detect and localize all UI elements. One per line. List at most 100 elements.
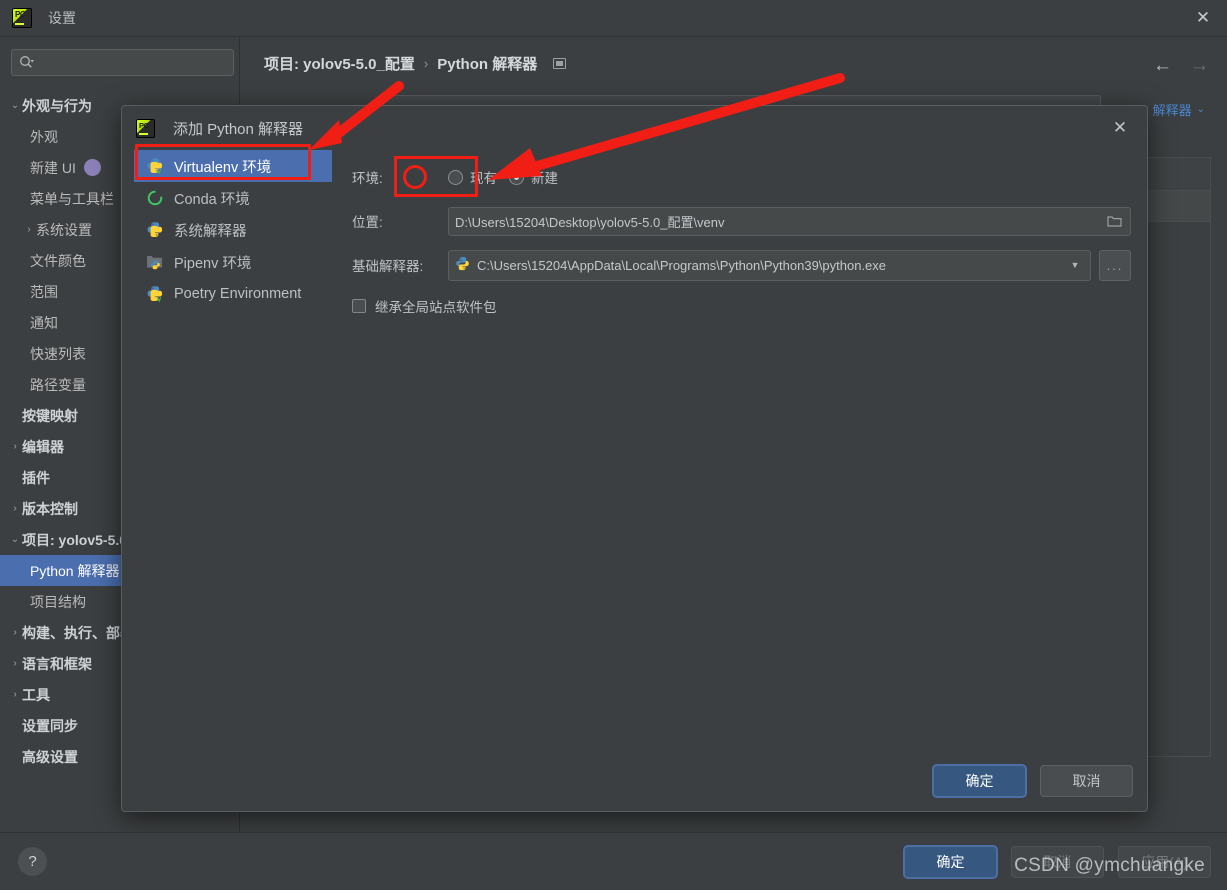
radio-existing-label: 现有 xyxy=(470,171,497,186)
panel-icon[interactable] xyxy=(553,58,567,69)
pycharm-logo-icon xyxy=(12,8,32,28)
search-icon xyxy=(19,55,34,70)
background-interpreter-label: 解释器 ⌄ xyxy=(1153,100,1205,119)
sidebar-item-label: 工具 xyxy=(22,686,50,703)
search-box[interactable] xyxy=(11,49,234,76)
sidebar-item-label: 编辑器 xyxy=(22,438,64,455)
env-type-label: Virtualenv 环境 xyxy=(174,159,272,176)
base-interpreter-browse-button[interactable]: ... xyxy=(1099,249,1131,281)
settings-ok-button[interactable]: 确定 xyxy=(904,846,997,878)
chevron-right-icon[interactable]: › xyxy=(22,224,36,235)
interpreter-form: 环境: 现有 新建 位置: D:\Users\15204\Desktop\yol… xyxy=(352,158,1131,316)
nav-arrows: ← → xyxy=(1153,55,1209,77)
inherit-global-packages-checkbox[interactable]: 继承全局站点软件包 xyxy=(352,296,1131,316)
sidebar-item-label: 快速列表 xyxy=(30,345,86,362)
background-interpreter-text: 解释器 xyxy=(1152,103,1192,118)
sidebar-item-label: 系统设置 xyxy=(36,221,92,238)
breadcrumb-separator: › xyxy=(423,56,429,71)
env-type-label: 系统解释器 xyxy=(174,223,247,240)
dialog-header: 添加 Python 解释器 ✕ xyxy=(122,106,1147,150)
sidebar-item-label: 语言和框架 xyxy=(22,655,92,672)
settings-bottom-bar: ? 确定 取消 应用(A) xyxy=(0,832,1227,890)
location-value: D:\Users\15204\Desktop\yolov5-5.0_配置\ven… xyxy=(455,214,725,230)
location-label: 位置: xyxy=(352,215,383,230)
sidebar-item-label: 设置同步 xyxy=(22,717,78,734)
chevron-down-icon[interactable]: ⌄ xyxy=(8,100,22,111)
breadcrumb: 项目: yolov5-5.0_配置 › Python 解释器 xyxy=(264,53,567,74)
sidebar-item-label: 路径变量 xyxy=(30,376,86,393)
sidebar-item-label: Python 解释器 xyxy=(30,562,120,579)
env-type-label: Poetry Environment xyxy=(174,286,302,302)
environment-label: 环境: xyxy=(352,171,383,186)
radio-mark-icon xyxy=(448,169,463,185)
env-type-item[interactable]: Conda 环境 xyxy=(134,182,332,214)
sidebar-item-label: 项目结构 xyxy=(30,593,86,610)
arrow-right-icon[interactable]: → xyxy=(1190,55,1209,77)
settings-apply-button[interactable]: 应用(A) xyxy=(1118,846,1211,878)
dialog-buttons: 确定 取消 xyxy=(933,765,1133,797)
env-type-item[interactable]: Poetry Environment xyxy=(134,278,332,310)
sidebar-item-label: 按键映射 xyxy=(22,407,78,424)
window-title: 设置 xyxy=(48,10,76,26)
env-type-label: Pipenv 环境 xyxy=(174,255,252,272)
python-icon xyxy=(455,256,470,274)
dialog-cancel-button[interactable]: 取消 xyxy=(1040,765,1133,797)
radio-new[interactable]: 新建 xyxy=(509,167,558,187)
env-type-item[interactable]: Virtualenv 环境 xyxy=(134,150,332,182)
sidebar-item-label: 外观 xyxy=(30,128,58,145)
help-icon[interactable]: ? xyxy=(18,847,47,876)
new-ui-badge xyxy=(83,159,101,176)
sidebar-item-label: 范围 xyxy=(30,283,58,300)
sidebar-item-label: 外观与行为 xyxy=(22,97,92,114)
dialog-title: 添加 Python 解释器 xyxy=(173,120,304,138)
env-type-label: Conda 环境 xyxy=(174,191,250,208)
chevron-right-icon[interactable]: › xyxy=(8,689,22,700)
chevron-right-icon[interactable]: › xyxy=(8,658,22,669)
conda-icon xyxy=(146,189,164,207)
chevron-down-icon: ⌄ xyxy=(1196,104,1205,115)
window-titlebar: 设置 ✕ xyxy=(0,0,1227,37)
breadcrumb-page[interactable]: Python 解释器 xyxy=(437,53,537,74)
chevron-right-icon[interactable]: › xyxy=(8,503,22,514)
sidebar-item-label: 新建 UI xyxy=(30,159,76,176)
add-python-interpreter-dialog: 添加 Python 解释器 ✕ Virtualenv 环境 Conda 环境系统解… xyxy=(121,105,1148,812)
base-interpreter-value: C:\Users\15204\AppData\Local\Programs\Py… xyxy=(477,257,887,273)
chevron-right-icon[interactable]: › xyxy=(8,627,22,638)
sidebar-item-label: 通知 xyxy=(30,314,58,331)
radio-new-label: 新建 xyxy=(531,171,558,186)
base-interpreter-row: 基础解释器: C:\Users\15204\AppData\Local\Prog… xyxy=(352,246,1131,284)
env-type-item[interactable]: 系统解释器 xyxy=(134,214,332,246)
dialog-ok-button[interactable]: 确定 xyxy=(933,765,1026,797)
python-venv-icon xyxy=(146,157,164,175)
dialog-close-icon[interactable]: ✕ xyxy=(1107,115,1133,141)
radio-mark-icon xyxy=(509,169,524,185)
poetry-icon xyxy=(146,285,164,303)
folder-icon[interactable] xyxy=(1104,211,1124,231)
sidebar-item-label: 高级设置 xyxy=(22,748,78,765)
base-interpreter-combo[interactable]: C:\Users\15204\AppData\Local\Programs\Py… xyxy=(448,249,1091,281)
env-type-item[interactable]: Pipenv 环境 xyxy=(134,246,332,278)
breadcrumb-project[interactable]: 项目: yolov5-5.0_配置 xyxy=(264,53,415,74)
environment-radio-group: 现有 新建 xyxy=(448,167,558,187)
pycharm-logo-icon xyxy=(136,118,155,138)
sidebar-item-label: 插件 xyxy=(22,469,50,486)
chevron-down-icon[interactable]: ⌄ xyxy=(8,534,22,545)
sidebar-item-label: 菜单与工具栏 xyxy=(30,190,114,207)
environment-type-list: Virtualenv 环境 Conda 环境 系统解释器 Pipenv 环境 Poetr… xyxy=(134,150,332,310)
pipenv-folder-icon xyxy=(146,253,164,271)
python-icon xyxy=(146,221,164,239)
sidebar-item-label: 文件颜色 xyxy=(30,252,86,269)
sidebar-item-label: 版本控制 xyxy=(22,500,78,517)
settings-cancel-button[interactable]: 取消 xyxy=(1011,846,1104,878)
checkbox-mark-icon xyxy=(352,299,366,313)
search-input[interactable] xyxy=(34,55,233,70)
environment-row: 环境: 现有 新建 xyxy=(352,158,1131,196)
inherit-global-packages-label: 继承全局站点软件包 xyxy=(375,300,497,315)
sidebar-item-label: 构建、执行、部署 xyxy=(22,624,134,641)
chevron-down-icon[interactable]: ▼ xyxy=(1064,251,1086,280)
chevron-right-icon[interactable]: › xyxy=(8,441,22,452)
location-input[interactable]: D:\Users\15204\Desktop\yolov5-5.0_配置\ven… xyxy=(448,206,1131,236)
radio-existing[interactable]: 现有 xyxy=(448,167,497,187)
close-icon[interactable]: ✕ xyxy=(1179,0,1227,36)
arrow-left-icon[interactable]: ← xyxy=(1153,55,1172,77)
